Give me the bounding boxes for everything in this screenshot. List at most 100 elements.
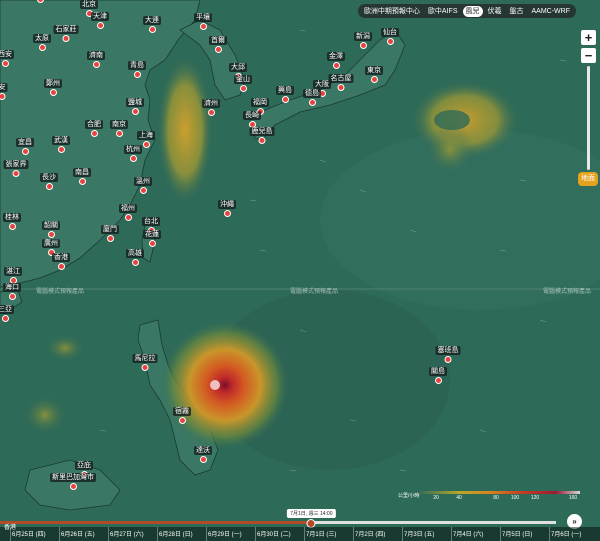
city-marker[interactable]: 南京 xyxy=(110,120,128,137)
timeline-day[interactable]: 7月2日 (四) xyxy=(355,529,385,538)
city-marker[interactable]: 杭州 xyxy=(124,145,142,162)
city-marker[interactable]: 南昌 xyxy=(73,168,91,185)
city-dot-icon xyxy=(386,38,394,45)
city-marker[interactable]: 德島 xyxy=(303,89,321,106)
timeline-day[interactable]: 6月28日 (日) xyxy=(159,529,193,538)
city-marker[interactable]: 平壤 xyxy=(194,13,212,30)
city-marker[interactable]: 濟州 xyxy=(202,99,220,116)
model-option[interactable]: 歐中AIFS xyxy=(425,6,461,17)
wind-speed-legend: 公里/小時 20 40 80 100 120 160 xyxy=(398,488,583,501)
city-marker[interactable]: 韶關 xyxy=(42,221,60,238)
city-dot-icon xyxy=(133,71,141,78)
timeline-day[interactable]: 6月25日 (四) xyxy=(12,529,46,538)
city-marker[interactable]: 合肥 xyxy=(85,120,103,137)
city-marker[interactable]: 天津 xyxy=(91,12,109,29)
city-label: 青島 xyxy=(128,61,146,70)
city-label: 西安 xyxy=(0,50,14,59)
city-marker[interactable]: 濟南 xyxy=(87,51,105,68)
city-marker[interactable]: 宿霧 xyxy=(173,407,191,424)
wind-map[interactable] xyxy=(0,0,600,541)
model-option[interactable]: 伏羲 xyxy=(485,6,505,17)
city-marker[interactable]: 馬尼拉 xyxy=(132,354,158,371)
city-label: 上海 xyxy=(137,131,155,140)
timeline-day[interactable]: 6月27日 (六) xyxy=(110,529,144,538)
city-marker[interactable]: 湛江 xyxy=(4,267,22,284)
city-marker[interactable]: 安 xyxy=(0,83,8,100)
city-marker[interactable]: 達沃 xyxy=(194,446,212,463)
city-dot-icon xyxy=(207,109,215,116)
city-marker[interactable]: 香港 xyxy=(52,253,70,270)
city-label: 北京 xyxy=(80,0,98,9)
city-marker[interactable]: 宜昌 xyxy=(16,138,34,155)
city-marker[interactable]: 塞班島 xyxy=(435,346,461,363)
city-marker[interactable]: 海口 xyxy=(3,283,21,300)
city-marker[interactable]: 釜山 xyxy=(234,75,252,92)
legend-tick: 120 xyxy=(530,495,540,501)
city-label: 興島 xyxy=(276,86,294,95)
city-dot-icon xyxy=(8,293,16,300)
timeline-day[interactable]: 7月1日 (三) xyxy=(306,529,336,538)
city-marker[interactable]: 關島 xyxy=(429,367,447,384)
city-marker[interactable]: 石家 xyxy=(31,0,49,3)
timeline-day[interactable]: 6月26日 (五) xyxy=(61,529,95,538)
city-marker[interactable]: 福州 xyxy=(119,204,137,221)
model-option[interactable]: 盤古 xyxy=(507,6,527,17)
timeline-track[interactable]: 7月1日, 週三 14:00 xyxy=(0,509,556,528)
city-marker[interactable]: 張家界 xyxy=(3,160,29,177)
city-label: 武漢 xyxy=(52,136,70,145)
city-label: 沖繩 xyxy=(218,200,236,209)
city-dot-icon xyxy=(434,377,442,384)
city-dot-icon xyxy=(370,76,378,83)
city-marker[interactable]: 仙台 xyxy=(381,28,399,45)
city-marker[interactable]: 長崎 xyxy=(243,111,261,128)
model-option[interactable]: 歐洲中期預報中心 xyxy=(361,6,423,17)
city-label: 台北 xyxy=(142,217,160,226)
city-marker[interactable]: 鹽城 xyxy=(126,98,144,115)
city-label: 斯里巴加灣市 xyxy=(50,473,96,482)
zoom-out-button[interactable]: − xyxy=(581,48,596,63)
timeline-day[interactable]: 7月6日 (一) xyxy=(551,529,581,538)
timeline-day[interactable]: 7月4日 (六) xyxy=(453,529,483,538)
city-marker[interactable]: 桂林 xyxy=(3,213,21,230)
timeline-day[interactable]: 6月29日 (一) xyxy=(208,529,242,538)
city-marker[interactable]: 興島 xyxy=(276,86,294,103)
city-marker[interactable]: 高雄 xyxy=(126,249,144,266)
city-marker[interactable]: 大連 xyxy=(143,16,161,33)
city-label: 張家界 xyxy=(3,160,29,169)
timeline-day[interactable]: 6月30日 (二) xyxy=(257,529,291,538)
city-marker[interactable]: 花蓮 xyxy=(143,230,161,247)
city-marker[interactable]: 溫州 xyxy=(134,177,152,194)
city-marker[interactable]: 首爾 xyxy=(209,36,227,53)
city-marker[interactable]: 廈門 xyxy=(101,225,119,242)
city-label: 金澤 xyxy=(327,52,345,61)
city-marker[interactable]: 東京 xyxy=(365,66,383,83)
model-option[interactable]: AAMC-WRF xyxy=(529,6,574,17)
city-marker[interactable]: 金澤 xyxy=(327,52,345,69)
city-marker[interactable]: 長沙 xyxy=(40,173,58,190)
zoom-in-button[interactable]: + xyxy=(581,30,596,45)
city-marker[interactable]: 三亞 xyxy=(0,305,14,322)
model-option[interactable]: 風兒 xyxy=(462,5,483,17)
city-marker[interactable]: 沖繩 xyxy=(218,200,236,217)
city-marker[interactable]: 西安 xyxy=(0,50,14,67)
city-marker[interactable]: 太原 xyxy=(33,34,51,51)
legend-tick: 160 xyxy=(568,495,578,501)
day-separator xyxy=(206,527,207,541)
city-label: 濟州 xyxy=(202,99,220,108)
city-marker[interactable]: 名古屋 xyxy=(328,74,354,91)
city-label: 達沃 xyxy=(194,446,212,455)
city-marker[interactable]: 新潟 xyxy=(354,32,372,49)
city-marker[interactable]: 石家莊 xyxy=(53,25,79,42)
timeline-day[interactable]: 7月3日 (五) xyxy=(404,529,434,538)
city-marker[interactable]: 青島 xyxy=(128,61,146,78)
city-marker[interactable]: 斯里巴加灣市 xyxy=(50,473,96,490)
zoom-slider[interactable] xyxy=(587,66,590,170)
city-marker[interactable]: 鄭州 xyxy=(44,79,62,96)
city-label: 塞班島 xyxy=(435,346,461,355)
layer-toggle[interactable]: 地面 xyxy=(578,172,598,186)
city-dot-icon xyxy=(92,61,100,68)
city-marker[interactable]: 鹿兒島 xyxy=(249,127,275,144)
city-marker[interactable]: 武漢 xyxy=(52,136,70,153)
city-label: 平壤 xyxy=(194,13,212,22)
timeline-day[interactable]: 7月5日 (日) xyxy=(502,529,532,538)
